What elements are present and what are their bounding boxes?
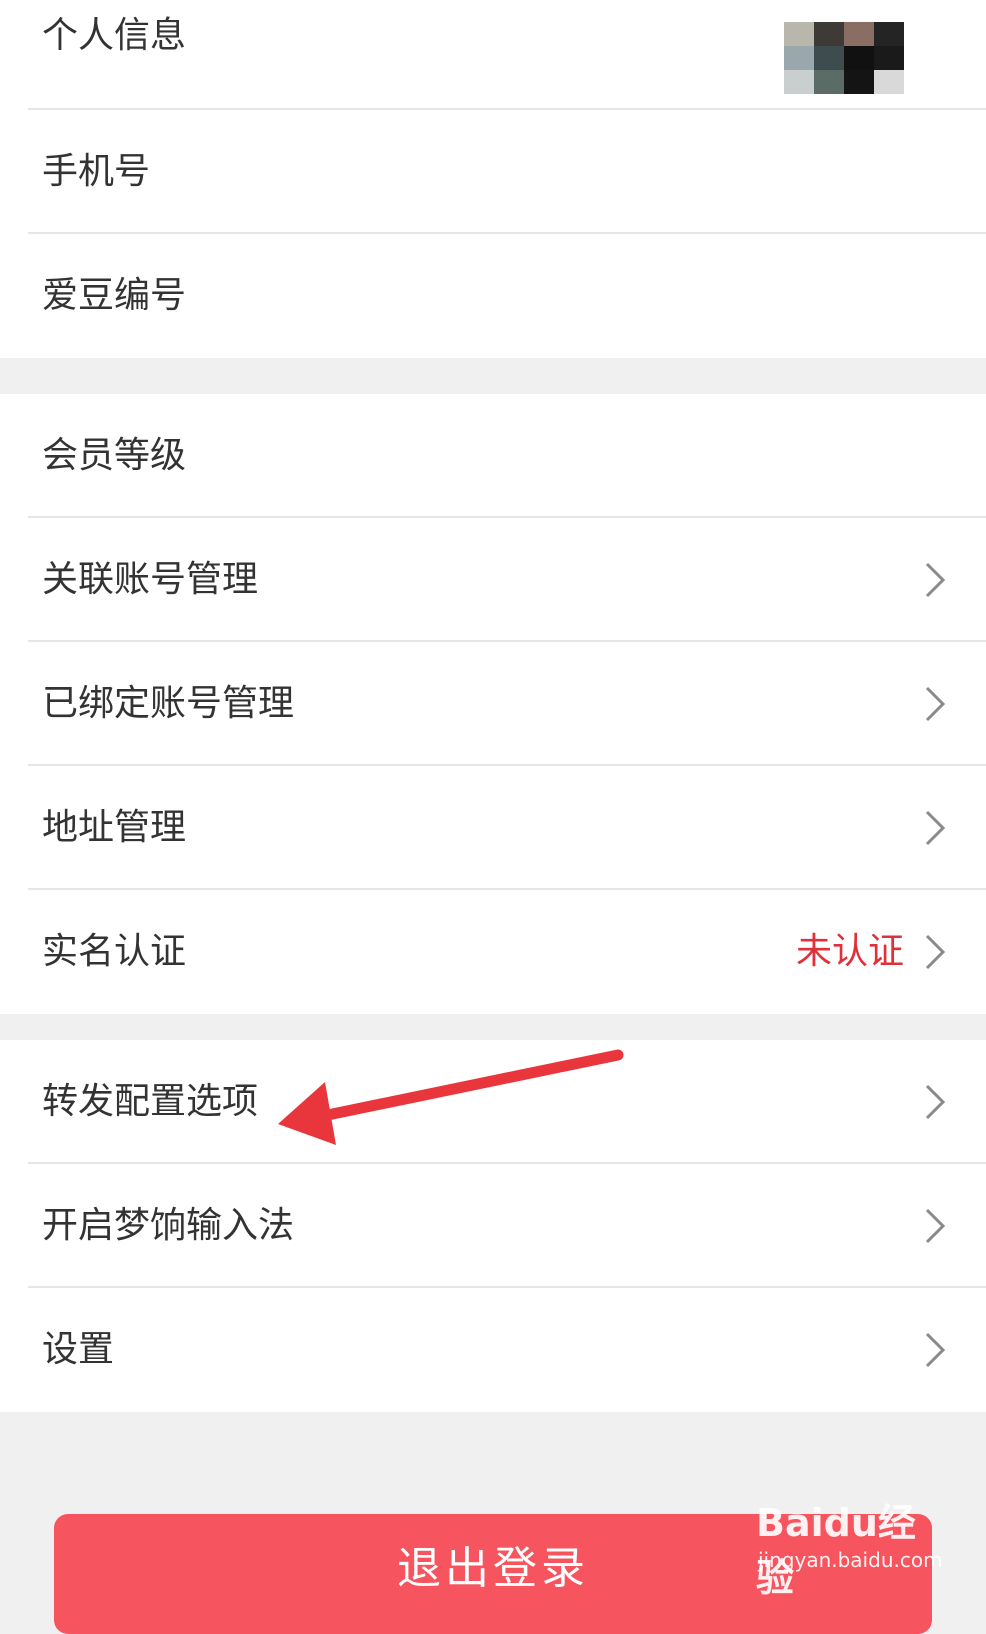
menu-item-phone[interactable]: 手机号 — [0, 110, 986, 234]
watermark-logo: Baidu经验 jingyan.baidu.com — [756, 1492, 946, 1600]
profile-group: 个人信息 手机号 爱豆编号 — [0, 0, 986, 358]
chevron-right-icon — [925, 1332, 946, 1368]
menu-item-label: 转发配置选项 — [42, 1081, 259, 1122]
menu-item-label: 关联账号管理 — [42, 559, 259, 600]
menu-item-label: 爱豆编号 — [42, 275, 187, 316]
status-badge: 未认证 — [795, 931, 904, 972]
account-group: 会员等级 关联账号管理 已绑定账号管理 地址管理 实名认证 未认证 — [0, 394, 986, 1014]
menu-item-real-name[interactable]: 实名认证 未认证 — [0, 890, 986, 1014]
chevron-right-icon — [925, 1208, 946, 1244]
menu-item-address[interactable]: 地址管理 — [0, 766, 986, 890]
menu-item-label: 个人信息 — [42, 15, 187, 56]
chevron-right-icon — [925, 562, 946, 598]
menu-item-personal-info[interactable]: 个人信息 — [0, 0, 986, 110]
menu-item-label: 开启梦饷输入法 — [42, 1205, 295, 1246]
menu-item-label: 会员等级 — [42, 435, 187, 476]
menu-item-input-method[interactable]: 开启梦饷输入法 — [0, 1164, 986, 1288]
menu-item-label: 设置 — [42, 1329, 115, 1370]
chevron-right-icon — [925, 810, 946, 846]
watermark-url: jingyan.baidu.com — [758, 1548, 943, 1572]
tools-group: 转发配置选项 开启梦饷输入法 设置 — [0, 1040, 986, 1412]
menu-item-label: 已绑定账号管理 — [42, 683, 295, 724]
menu-item-bound-accounts[interactable]: 已绑定账号管理 — [0, 642, 986, 766]
chevron-right-icon — [925, 1084, 946, 1120]
menu-item-forward-config[interactable]: 转发配置选项 — [0, 1040, 986, 1164]
watermark-logo-text: Baidu经验 — [756, 1501, 916, 1600]
menu-item-linked-accounts[interactable]: 关联账号管理 — [0, 518, 986, 642]
menu-item-idol-id[interactable]: 爱豆编号 — [0, 234, 986, 358]
menu-item-label: 手机号 — [42, 151, 151, 192]
menu-item-label: 地址管理 — [42, 807, 187, 848]
chevron-right-icon — [925, 934, 946, 970]
menu-item-label: 实名认证 — [42, 931, 187, 972]
chevron-right-icon — [925, 686, 946, 722]
menu-item-member-level[interactable]: 会员等级 — [0, 394, 986, 518]
avatar[interactable] — [784, 22, 904, 94]
menu-item-settings[interactable]: 设置 — [0, 1288, 986, 1412]
